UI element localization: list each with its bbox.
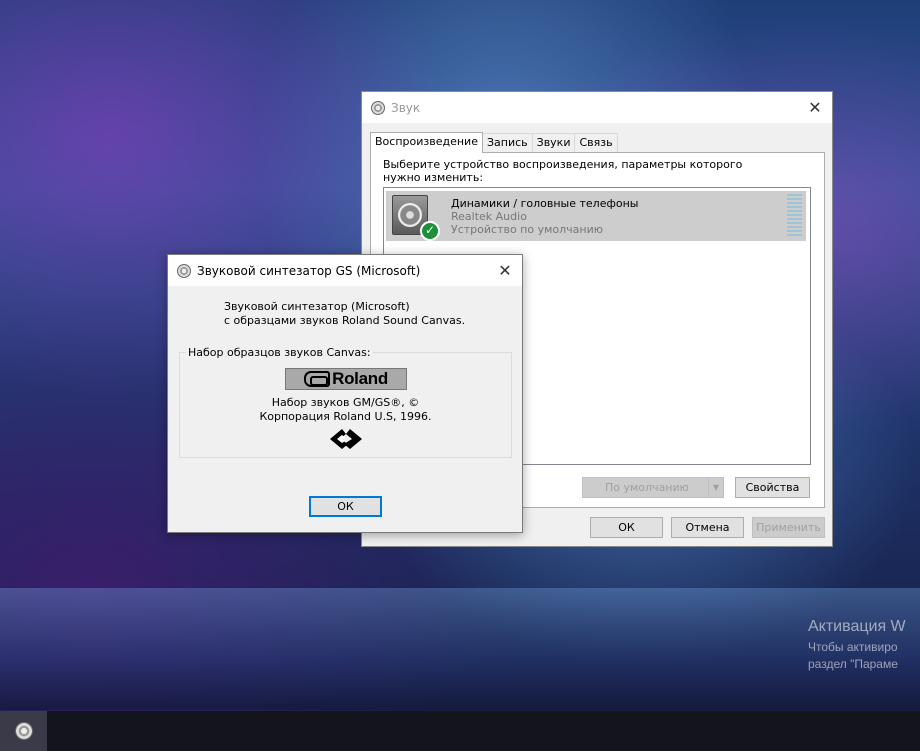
canvas-sound-set-group: Набор образцов звуков Canvas: Roland Наб… (179, 346, 512, 458)
tab-sounds[interactable]: Звуки (531, 133, 576, 153)
speaker-icon (14, 722, 33, 740)
tab-communications[interactable]: Связь (574, 133, 618, 153)
sound-tabs: Воспроизведение Запись Звуки Связь (370, 132, 618, 153)
copyright-line-1: Набор звуков GM/GS®, © (271, 396, 420, 409)
taskbar-sound-app[interactable] (0, 711, 47, 751)
desktop-wallpaper-water (0, 588, 920, 710)
device-driver: Realtek Audio (451, 210, 527, 223)
activation-line-2: раздел "Параме (808, 657, 898, 671)
group-label: Набор образцов звуков Canvas: (186, 346, 373, 359)
properties-button[interactable]: Свойства (735, 477, 810, 498)
chevron-down-icon[interactable]: ▼ (708, 478, 723, 497)
ok-button[interactable]: ОК (590, 517, 663, 538)
speaker-icon (371, 100, 385, 115)
cancel-button[interactable]: Отмена (671, 517, 744, 538)
sound-dialog-title: Звук (391, 100, 421, 115)
gs-ok-button[interactable]: ОК (309, 496, 382, 517)
device-name: Динамики / головные телефоны (451, 197, 639, 210)
sound-dialog-titlebar[interactable]: Звук ✕ (362, 92, 832, 123)
playback-instruction: Выберите устройство воспроизведения, пар… (383, 158, 743, 184)
tab-recording[interactable]: Запись (481, 133, 533, 153)
default-device-check-icon: ✓ (420, 221, 440, 241)
set-default-label: По умолчанию (605, 481, 689, 494)
set-default-button[interactable]: По умолчанию ▼ (582, 477, 724, 498)
tab-playback[interactable]: Воспроизведение (370, 132, 483, 153)
close-icon[interactable]: ✕ (488, 255, 522, 286)
volume-level-meter (787, 194, 802, 238)
close-icon[interactable]: ✕ (798, 92, 832, 123)
gs-description-line-1: Звуковой синтезатор (Microsoft) (224, 300, 410, 313)
gs-dialog-titlebar[interactable]: Звуковой синтезатор GS (Microsoft) ✕ (168, 255, 522, 286)
gs-description-line-2: с образцами звуков Roland Sound Canvas. (224, 314, 466, 327)
activation-line-1: Чтобы активиро (808, 640, 898, 654)
roland-mark-icon (304, 371, 331, 387)
gs-description: Звуковой синтезатор (Microsoft) с образц… (224, 300, 465, 328)
roland-logo: Roland (285, 368, 407, 390)
gs-logo-icon (330, 429, 362, 449)
taskbar (0, 711, 920, 751)
roland-logo-text: Roland (332, 369, 388, 388)
apply-button[interactable]: Применить (752, 517, 825, 538)
gs-synth-dialog: Звуковой синтезатор GS (Microsoft) ✕ Зву… (167, 254, 523, 533)
speaker-icon (177, 263, 191, 278)
device-status: Устройство по умолчанию (451, 223, 604, 236)
gs-dialog-title: Звуковой синтезатор GS (Microsoft) (197, 263, 421, 278)
activation-title: Активация W (808, 618, 906, 635)
windows-activation-watermark: Активация W Чтобы активиро раздел "Парам… (808, 618, 920, 673)
copyright-line-2: Корпорация Roland U.S, 1996. (259, 410, 432, 423)
device-row-speakers[interactable]: ✓ Динамики / головные телефоны Realtek A… (386, 191, 806, 241)
